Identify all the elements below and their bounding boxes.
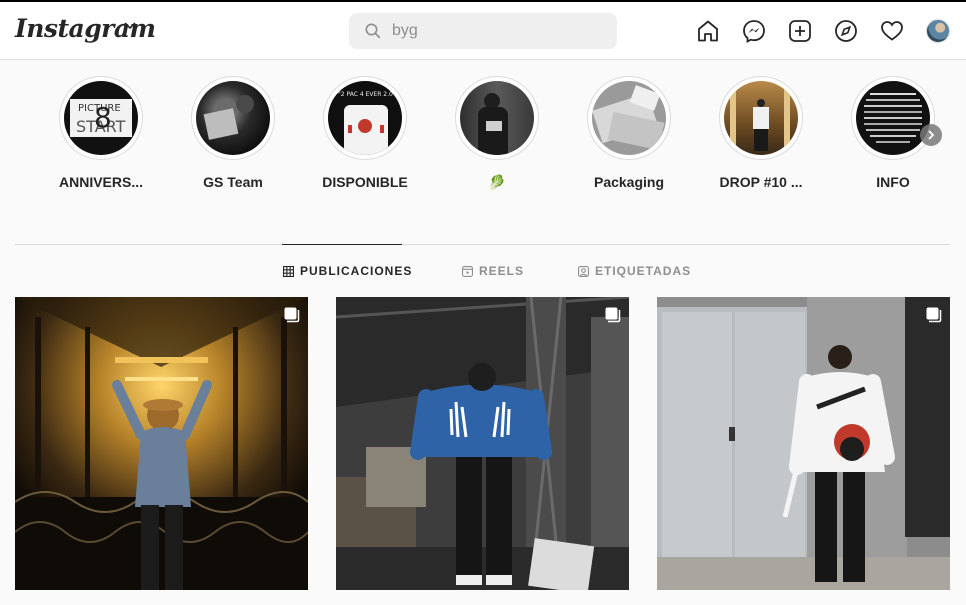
highlight-cover-image — [724, 81, 798, 155]
window-top-edge — [0, 0, 966, 2]
highlight-item[interactable]: 🥬 — [454, 76, 540, 191]
highlights-next-button[interactable] — [920, 124, 942, 146]
tab-label: ETIQUETADAS — [595, 264, 692, 278]
post-thumbnail[interactable] — [657, 297, 950, 590]
tagged-icon — [578, 265, 589, 277]
tab-publicaciones[interactable]: PUBLICACIONES — [283, 264, 412, 278]
highlight-cover-image — [592, 81, 666, 155]
highlight-label: 🥬 — [488, 174, 506, 190]
search-input[interactable] — [392, 20, 602, 42]
top-navigation-bar: Instagram — [0, 0, 966, 60]
highlight-item[interactable]: GS Team — [190, 76, 276, 190]
explore-icon[interactable] — [834, 19, 858, 43]
post-image — [336, 297, 629, 590]
tab-etiquetadas[interactable]: ETIQUETADAS — [578, 264, 691, 278]
tab-label: REELS — [479, 264, 525, 278]
post-image — [657, 297, 950, 590]
highlight-label: DROP #10 ... — [719, 174, 803, 190]
highlight-cover-image — [460, 81, 534, 155]
home-icon[interactable] — [696, 19, 720, 43]
highlight-label: Packaging — [593, 174, 665, 190]
search-box[interactable] — [349, 13, 617, 49]
highlight-label: GS Team — [203, 174, 263, 190]
tab-reels[interactable]: REELS — [462, 264, 524, 278]
highlight-cover-image: PICTURE START 8 — [64, 81, 138, 155]
highlight-item[interactable]: Packaging — [586, 76, 672, 190]
active-tab-indicator — [282, 244, 402, 245]
highlight-label: DISPONIBLE — [322, 174, 408, 190]
highlight-label: INFO — [876, 174, 910, 190]
highlight-cover-image — [196, 81, 270, 155]
post-thumbnail[interactable] — [15, 297, 308, 590]
highlight-cover-image: "2 PAC 4 EVER 2.0" — [328, 81, 402, 155]
search-icon — [365, 23, 381, 39]
chevron-down-icon[interactable] — [124, 22, 136, 30]
tabs-divider — [15, 244, 950, 245]
highlight-cover-image — [856, 81, 930, 155]
multiple-photos-icon — [284, 307, 300, 323]
chevron-right-icon — [928, 130, 935, 140]
reels-icon — [462, 265, 473, 277]
post-thumbnail[interactable] — [336, 297, 629, 590]
highlight-item[interactable]: PICTURE START 8 ANNIVERS... — [58, 76, 144, 190]
multiple-photos-icon — [605, 307, 621, 323]
multiple-photos-icon — [926, 307, 942, 323]
highlight-item[interactable]: "2 PAC 4 EVER 2.0" DISPONIBLE — [322, 76, 408, 190]
tab-label: PUBLICACIONES — [300, 264, 413, 278]
new-post-icon[interactable] — [788, 19, 812, 43]
highlight-label: ANNIVERS... — [58, 174, 143, 190]
highlight-item[interactable]: DROP #10 ... — [718, 76, 804, 190]
messenger-icon[interactable] — [742, 19, 766, 43]
activity-heart-icon[interactable] — [880, 19, 904, 43]
profile-avatar[interactable] — [926, 19, 950, 43]
grid-icon — [283, 265, 294, 277]
post-image — [15, 297, 308, 590]
